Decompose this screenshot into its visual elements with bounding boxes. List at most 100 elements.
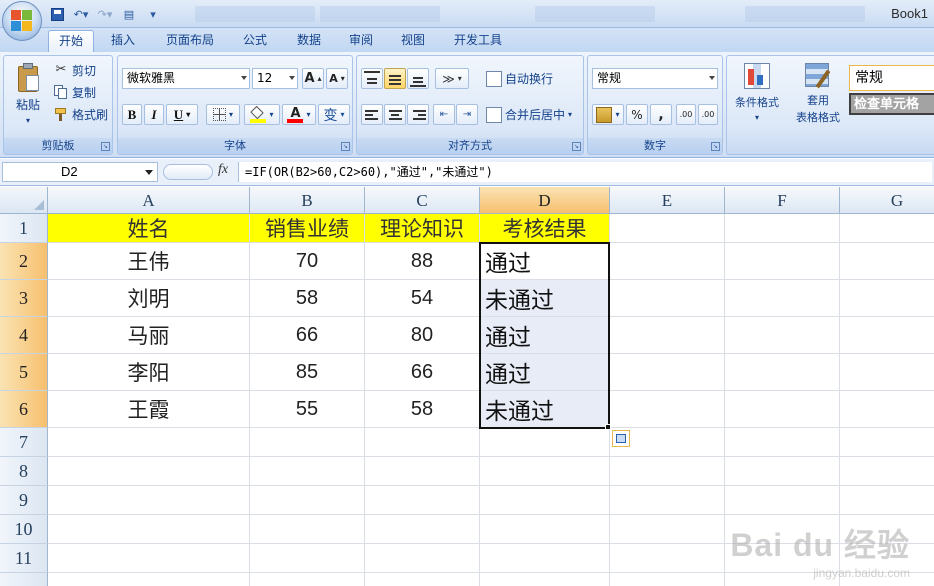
undo-icon[interactable]: ↶▾ <box>72 6 90 22</box>
tab-insert[interactable]: 插入 <box>102 30 144 52</box>
tab-view[interactable]: 视图 <box>392 30 434 52</box>
cell-d2[interactable]: 通过 <box>480 243 610 280</box>
cell-c2[interactable]: 88 <box>365 243 480 280</box>
row-header-5[interactable]: 5 <box>0 354 48 391</box>
copy-button[interactable]: 复制 <box>52 82 97 102</box>
phonetic-button[interactable]: 变 ▾ <box>318 104 350 125</box>
cell-e10[interactable] <box>610 515 725 544</box>
column-header-b[interactable]: B <box>250 187 365 214</box>
orientation-button[interactable]: ≫ ▾ <box>435 68 469 89</box>
cell-b12[interactable] <box>250 573 365 586</box>
cell-b4[interactable]: 66 <box>250 317 365 354</box>
cell-f7[interactable] <box>725 428 840 457</box>
cell-d3[interactable]: 未通过 <box>480 280 610 317</box>
name-box[interactable]: D2 <box>2 162 158 182</box>
align-middle-button[interactable] <box>384 68 406 89</box>
cell-e1[interactable] <box>610 214 725 243</box>
cell-e5[interactable] <box>610 354 725 391</box>
cell-b5[interactable]: 85 <box>250 354 365 391</box>
row-header-3[interactable]: 3 <box>0 280 48 317</box>
column-header-d[interactable]: D <box>480 187 610 214</box>
select-all-corner[interactable] <box>0 187 48 214</box>
cell-g9[interactable] <box>840 486 934 515</box>
tab-data[interactable]: 数据 <box>288 30 330 52</box>
office-button[interactable] <box>2 1 42 41</box>
cell-a12[interactable] <box>48 573 250 586</box>
cell-f4[interactable] <box>725 317 840 354</box>
cell-c1[interactable]: 理论知识 <box>365 214 480 243</box>
insert-function-icon[interactable]: fx <box>218 162 228 178</box>
tab-home[interactable]: 开始 <box>48 30 94 52</box>
number-launcher-icon[interactable]: ↘ <box>711 142 720 151</box>
fill-handle[interactable] <box>605 424 611 430</box>
merge-center-button[interactable]: 合并后居中 ▾ <box>485 104 573 125</box>
cell-a10[interactable] <box>48 515 250 544</box>
cell-e3[interactable] <box>610 280 725 317</box>
cell-d5[interactable]: 通过 <box>480 354 610 391</box>
cell-a6[interactable]: 王霞 <box>48 391 250 428</box>
formula-bar-resize-handle[interactable] <box>163 164 213 180</box>
cell-a8[interactable] <box>48 457 250 486</box>
cell-b3[interactable]: 58 <box>250 280 365 317</box>
row-header-10[interactable]: 10 <box>0 515 48 544</box>
cell-g7[interactable] <box>840 428 934 457</box>
comma-button[interactable]: , <box>650 104 672 125</box>
align-center-button[interactable] <box>384 104 406 125</box>
redo-icon[interactable]: ↷▾ <box>96 6 114 22</box>
align-left-button[interactable] <box>361 104 383 125</box>
paste-button[interactable]: 粘贴 ▾ <box>8 60 48 132</box>
shrink-font-button[interactable]: A ▾ <box>326 68 348 89</box>
cell-e8[interactable] <box>610 457 725 486</box>
cell-a4[interactable]: 马丽 <box>48 317 250 354</box>
cell-g8[interactable] <box>840 457 934 486</box>
cell-a5[interactable]: 李阳 <box>48 354 250 391</box>
cell-e9[interactable] <box>610 486 725 515</box>
alignment-launcher-icon[interactable]: ↘ <box>572 142 581 151</box>
cell-e11[interactable] <box>610 544 725 573</box>
row-header-9[interactable]: 9 <box>0 486 48 515</box>
decrease-decimal-button[interactable]: .00 <box>698 104 718 125</box>
row-header-7[interactable]: 7 <box>0 428 48 457</box>
cell-g3[interactable] <box>840 280 934 317</box>
column-header-a[interactable]: A <box>48 187 250 214</box>
format-as-table-button[interactable]: 套用 表格格式 <box>787 60 849 132</box>
row-header-1[interactable]: 1 <box>0 214 48 243</box>
cell-c3[interactable]: 54 <box>365 280 480 317</box>
italic-button[interactable]: I <box>144 104 164 125</box>
column-header-g[interactable]: G <box>840 187 934 214</box>
row-header-2[interactable]: 2 <box>0 243 48 280</box>
format-painter-button[interactable]: 格式刷 <box>52 104 109 124</box>
row-header-11[interactable]: 11 <box>0 544 48 573</box>
cell-g2[interactable] <box>840 243 934 280</box>
wrap-text-button[interactable]: 自动换行 <box>485 68 554 89</box>
tab-page-layout[interactable]: 页面布局 <box>158 30 222 52</box>
font-size-combo[interactable]: 12 <box>252 68 298 89</box>
cell-b6[interactable]: 55 <box>250 391 365 428</box>
align-top-button[interactable] <box>361 68 383 89</box>
cell-e12[interactable] <box>610 573 725 586</box>
cut-button[interactable]: ✂ 剪切 <box>52 60 97 80</box>
row-header-8[interactable]: 8 <box>0 457 48 486</box>
cell-style-check-cell[interactable]: 检查单元格 <box>849 93 934 115</box>
cell-g6[interactable] <box>840 391 934 428</box>
cell-f3[interactable] <box>725 280 840 317</box>
cell-e4[interactable] <box>610 317 725 354</box>
conditional-format-button[interactable]: 条件格式 ▾ <box>731 60 783 130</box>
cell-g1[interactable] <box>840 214 934 243</box>
formula-input[interactable]: =IF(OR(B2>60,C2>60),"通过","未通过") <box>238 162 932 182</box>
cell-c6[interactable]: 58 <box>365 391 480 428</box>
accounting-format-button[interactable]: ▾ <box>592 104 624 125</box>
column-header-f[interactable]: F <box>725 187 840 214</box>
cell-b2[interactable]: 70 <box>250 243 365 280</box>
cell-d10[interactable] <box>480 515 610 544</box>
cell-d8[interactable] <box>480 457 610 486</box>
cell-f5[interactable] <box>725 354 840 391</box>
row-header-12[interactable] <box>0 573 48 586</box>
customize-qat-icon[interactable]: ▾ <box>144 6 162 22</box>
cell-style-normal[interactable]: 常规 <box>849 65 934 91</box>
increase-indent-button[interactable]: ⇥ <box>456 104 478 125</box>
cell-b7[interactable] <box>250 428 365 457</box>
align-bottom-button[interactable] <box>407 68 429 89</box>
tab-formulas[interactable]: 公式 <box>234 30 276 52</box>
cell-f1[interactable] <box>725 214 840 243</box>
